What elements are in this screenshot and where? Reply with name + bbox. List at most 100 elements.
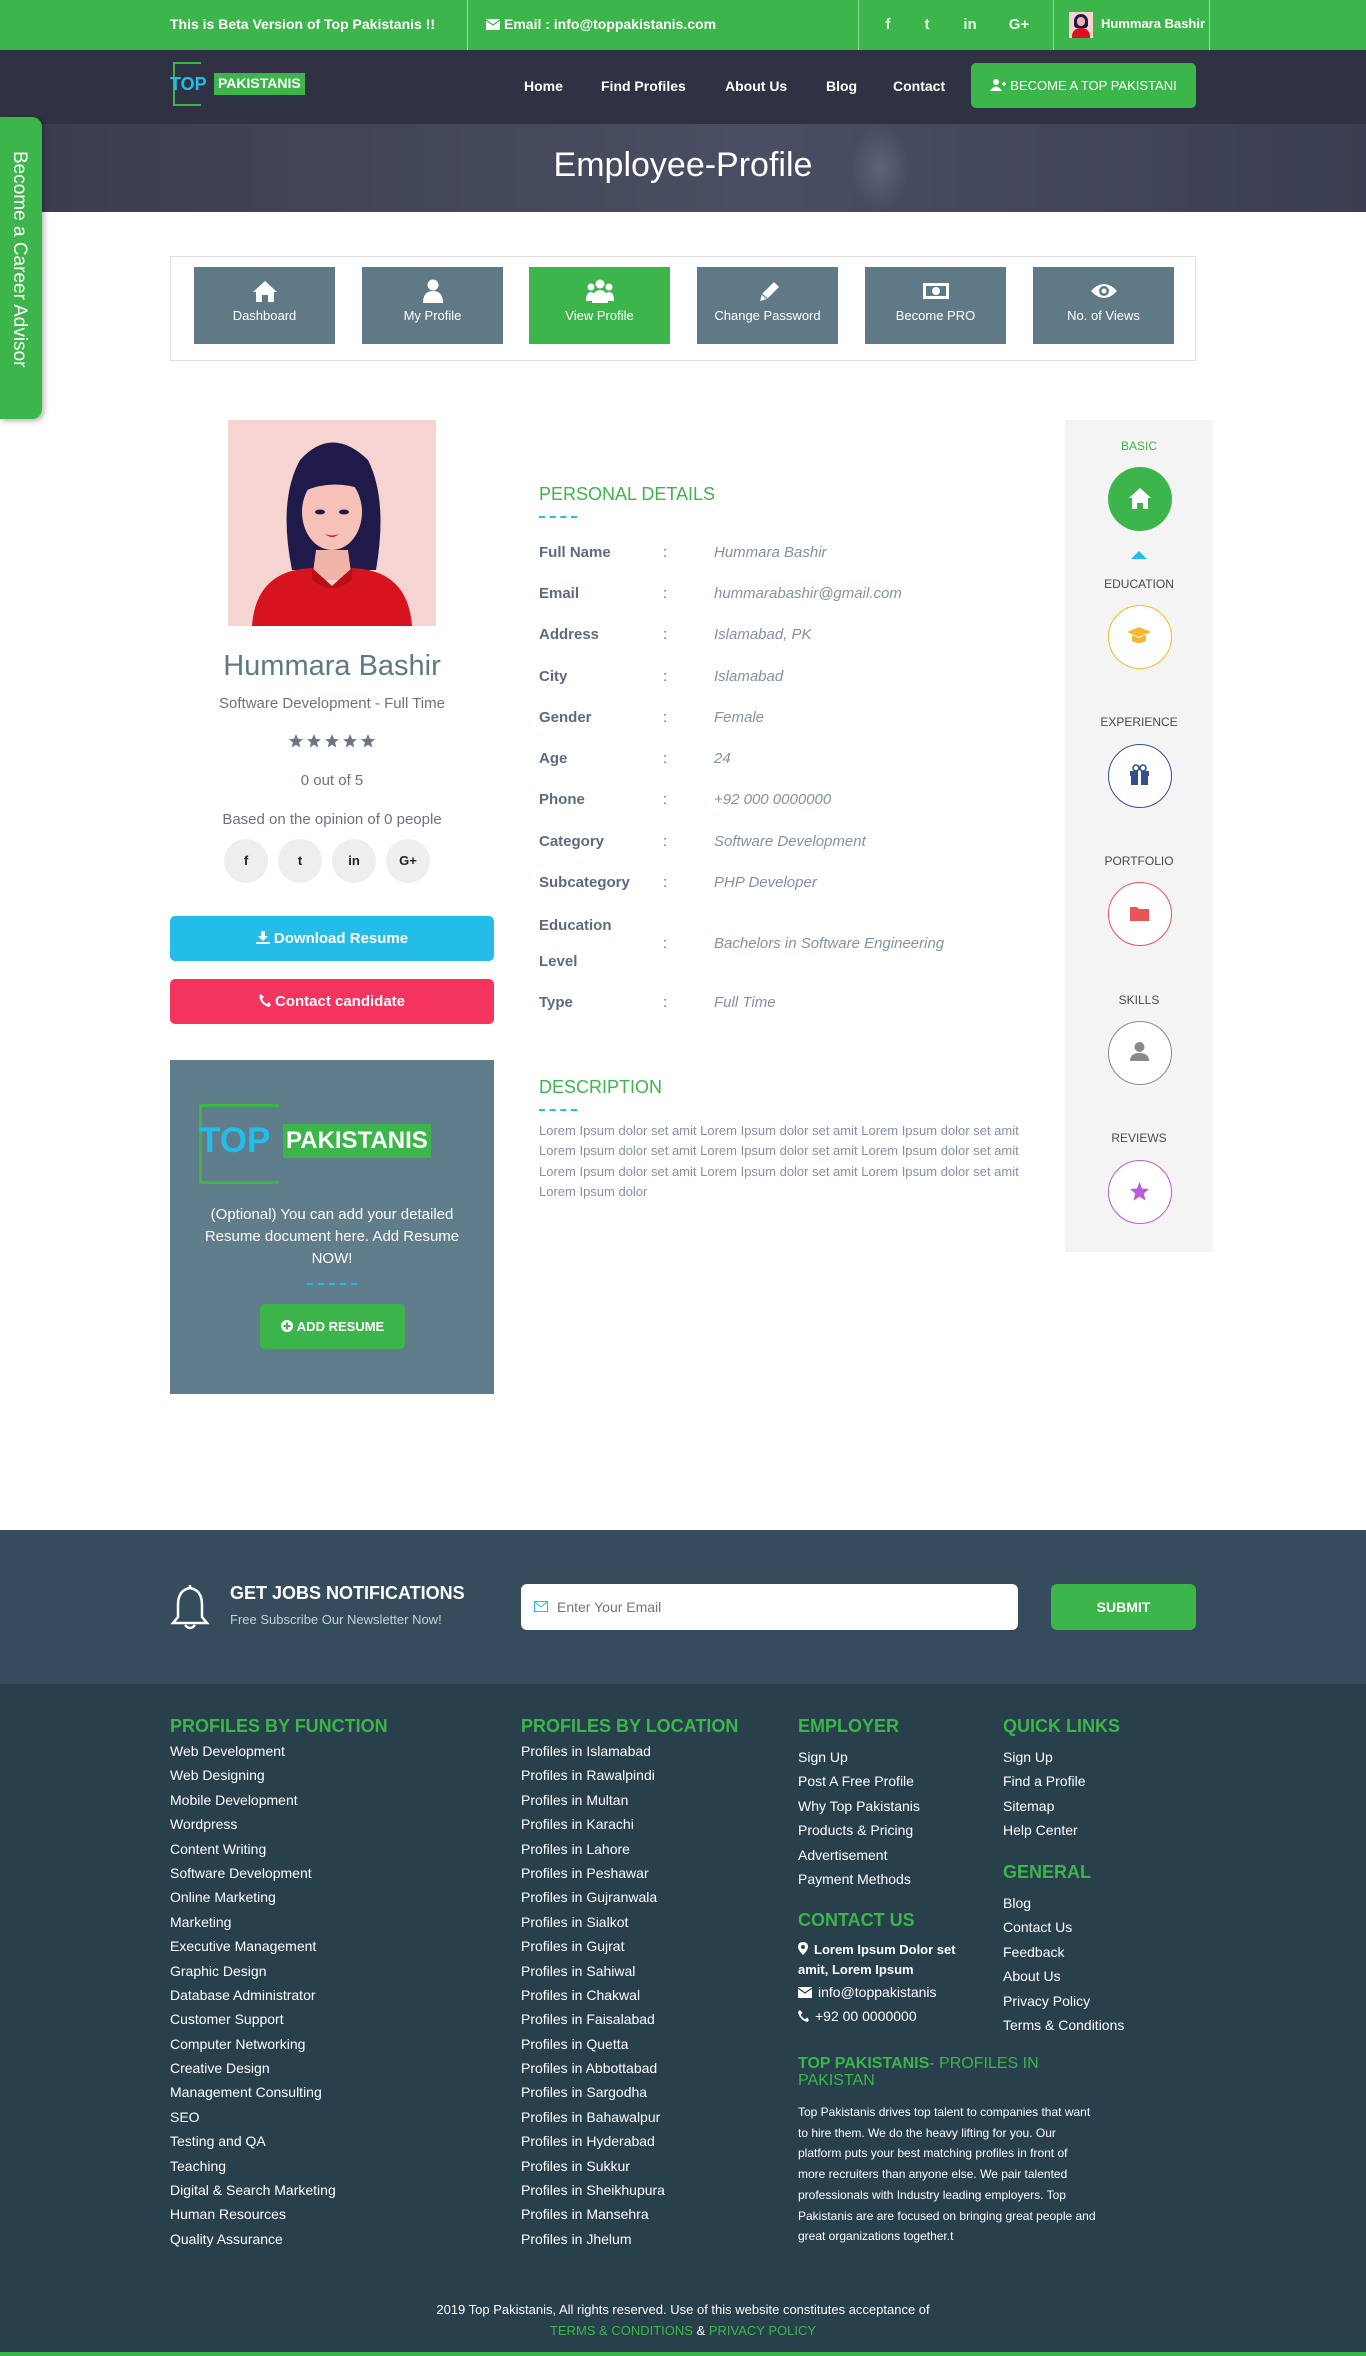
footer-location-link[interactable]: Profiles in Karachi (521, 1812, 665, 1836)
footer-general-link[interactable]: Blog (1003, 1891, 1124, 1915)
newsletter-email-field[interactable] (521, 1584, 1018, 1630)
footer-location-link[interactable]: Profiles in Quetta (521, 2032, 665, 2056)
footer-location-link[interactable]: Profiles in Mansehra (521, 2202, 665, 2226)
tab-become-pro[interactable]: Become PRO (865, 267, 1006, 344)
privacy-link[interactable]: PRIVACY POLICY (709, 2323, 816, 2338)
contact-candidate-button[interactable]: Contact candidate (170, 979, 494, 1024)
footer-employer-link[interactable]: Payment Methods (798, 1867, 920, 1891)
footer-employer-link[interactable]: Advertisement (798, 1843, 920, 1867)
twitter-icon[interactable]: t (278, 839, 322, 883)
section-nav-portfolio[interactable] (1108, 882, 1172, 946)
section-nav-skills[interactable] (1108, 1021, 1172, 1085)
footer-contact-email[interactable]: info@toppakistanis (797, 1984, 937, 2000)
newsletter-submit-button[interactable]: SUBMIT (1051, 1584, 1196, 1630)
nav-about-us[interactable]: About Us (725, 78, 787, 94)
footer-contact-address: Lorem Ipsum Dolor set amit, Lorem Ipsum (798, 1940, 958, 1980)
footer-function-link[interactable]: Database Administrator (170, 1983, 336, 2007)
tab-change-password[interactable]: Change Password (697, 267, 838, 344)
footer-location-link[interactable]: Profiles in Sheikhupura (521, 2178, 665, 2202)
footer-function-link[interactable]: Wordpress (170, 1812, 336, 1836)
linkedin-icon[interactable]: in (958, 13, 982, 37)
footer-location-link[interactable]: Profiles in Chakwal (521, 1983, 665, 2007)
footer-location-link[interactable]: Profiles in Gujranwala (521, 1885, 665, 1909)
footer-location-link[interactable]: Profiles in Multan (521, 1788, 665, 1812)
footer-employer-link[interactable]: Why Top Pakistanis (798, 1794, 920, 1818)
linkedin-icon[interactable]: in (332, 839, 376, 883)
nav-contact[interactable]: Contact (893, 78, 945, 94)
footer-general-link[interactable]: About Us (1003, 1964, 1124, 1988)
footer-function-link[interactable]: Executive Management (170, 1934, 336, 1958)
footer-function-link[interactable]: Web Development (170, 1739, 336, 1763)
facebook-icon[interactable]: f (224, 839, 268, 883)
google-plus-icon[interactable]: G+ (386, 839, 430, 883)
nav-home[interactable]: Home (524, 78, 563, 94)
section-nav-basic[interactable] (1108, 467, 1172, 531)
footer-location-link[interactable]: Profiles in Sahiwal (521, 1959, 665, 1983)
footer-function-link[interactable]: Content Writing (170, 1837, 336, 1861)
footer-location-link[interactable]: Profiles in Gujrat (521, 1934, 665, 1958)
footer-location-link[interactable]: Profiles in Lahore (521, 1837, 665, 1861)
footer-location-link[interactable]: Profiles in Sargodha (521, 2080, 665, 2104)
facebook-icon[interactable]: f (876, 13, 900, 37)
tab-no-of-views[interactable]: No. of Views (1033, 267, 1174, 344)
footer-location-link[interactable]: Profiles in Jhelum (521, 2227, 665, 2251)
newsletter-email-input[interactable] (557, 1594, 997, 1620)
footer-contact-phone[interactable]: +92 00 0000000 (798, 2008, 917, 2024)
footer-function-link[interactable]: Digital & Search Marketing (170, 2178, 336, 2202)
section-nav-reviews[interactable] (1108, 1160, 1172, 1224)
footer-location-link[interactable]: Profiles in Sialkot (521, 1910, 665, 1934)
footer-location-link[interactable]: Profiles in Hyderabad (521, 2129, 665, 2153)
footer-quick-link[interactable]: Sign Up (1003, 1745, 1085, 1769)
twitter-icon[interactable]: t (915, 13, 939, 37)
tab-dashboard[interactable]: Dashboard (194, 267, 335, 344)
footer-function-link[interactable]: Software Development (170, 1861, 336, 1885)
footer-employer-link[interactable]: Sign Up (798, 1745, 920, 1769)
footer-function-link[interactable]: Human Resources (170, 2202, 336, 2226)
nav-find-profiles[interactable]: Find Profiles (601, 78, 686, 94)
footer-location-link[interactable]: Profiles in Faisalabad (521, 2007, 665, 2031)
footer-function-link[interactable]: Online Marketing (170, 1885, 336, 1909)
graduation-cap-icon (1127, 627, 1151, 643)
google-plus-icon[interactable]: G+ (1004, 13, 1034, 37)
footer-function-link[interactable]: Management Consulting (170, 2080, 336, 2104)
nav-blog[interactable]: Blog (826, 78, 857, 94)
footer-function-link[interactable]: Marketing (170, 1910, 336, 1934)
footer-employer-link[interactable]: Post A Free Profile (798, 1769, 920, 1793)
footer-location-link[interactable]: Profiles in Abbottabad (521, 2056, 665, 2080)
section-nav-experience[interactable] (1108, 744, 1172, 808)
footer-function-link[interactable]: Graphic Design (170, 1959, 336, 1983)
footer-general-link[interactable]: Terms & Conditions (1003, 2013, 1124, 2037)
footer-function-link[interactable]: Web Designing (170, 1763, 336, 1787)
footer-location-link[interactable]: Profiles in Islamabad (521, 1739, 665, 1763)
footer-function-link[interactable]: Customer Support (170, 2007, 336, 2031)
section-nav-education[interactable] (1108, 605, 1172, 669)
footer-function-link[interactable]: Testing and QA (170, 2129, 336, 2153)
site-logo[interactable]: TOP PAKISTANIS (170, 62, 320, 108)
user-menu[interactable]: Hummara Bashir (1063, 10, 1211, 40)
career-advisor-tab[interactable]: Become a Career Advisor (0, 117, 42, 419)
terms-link[interactable]: TERMS & CONDITIONS (550, 2323, 693, 2338)
footer-general-link[interactable]: Privacy Policy (1003, 1989, 1124, 2013)
footer-general-link[interactable]: Feedback (1003, 1940, 1124, 1964)
become-top-pakistani-button[interactable]: BECOME A TOP PAKISTANI (971, 63, 1196, 108)
tab-my-profile[interactable]: My Profile (362, 267, 503, 344)
footer-function-link[interactable]: Mobile Development (170, 1788, 336, 1812)
footer-function-link[interactable]: Creative Design (170, 2056, 336, 2080)
footer-function-link[interactable]: SEO (170, 2105, 336, 2129)
footer-general-link[interactable]: Contact Us (1003, 1915, 1124, 1939)
contact-email[interactable]: Email : info@toppakistanis.com (485, 16, 716, 32)
tab-view-profile[interactable]: View Profile (529, 267, 670, 344)
download-resume-button[interactable]: Download Resume (170, 916, 494, 961)
footer-employer-link[interactable]: Products & Pricing (798, 1818, 920, 1842)
footer-location-link[interactable]: Profiles in Sukkur (521, 2154, 665, 2178)
footer-function-link[interactable]: Computer Networking (170, 2032, 336, 2056)
footer-quick-link[interactable]: Help Center (1003, 1818, 1085, 1842)
footer-quick-link[interactable]: Sitemap (1003, 1794, 1085, 1818)
footer-quick-link[interactable]: Find a Profile (1003, 1769, 1085, 1793)
footer-location-link[interactable]: Profiles in Bahawalpur (521, 2105, 665, 2129)
footer-function-link[interactable]: Quality Assurance (170, 2227, 336, 2251)
footer-function-link[interactable]: Teaching (170, 2154, 336, 2178)
footer-location-link[interactable]: Profiles in Rawalpindi (521, 1763, 665, 1787)
footer-location-link[interactable]: Profiles in Peshawar (521, 1861, 665, 1885)
add-resume-button[interactable]: ADD RESUME (260, 1304, 405, 1349)
